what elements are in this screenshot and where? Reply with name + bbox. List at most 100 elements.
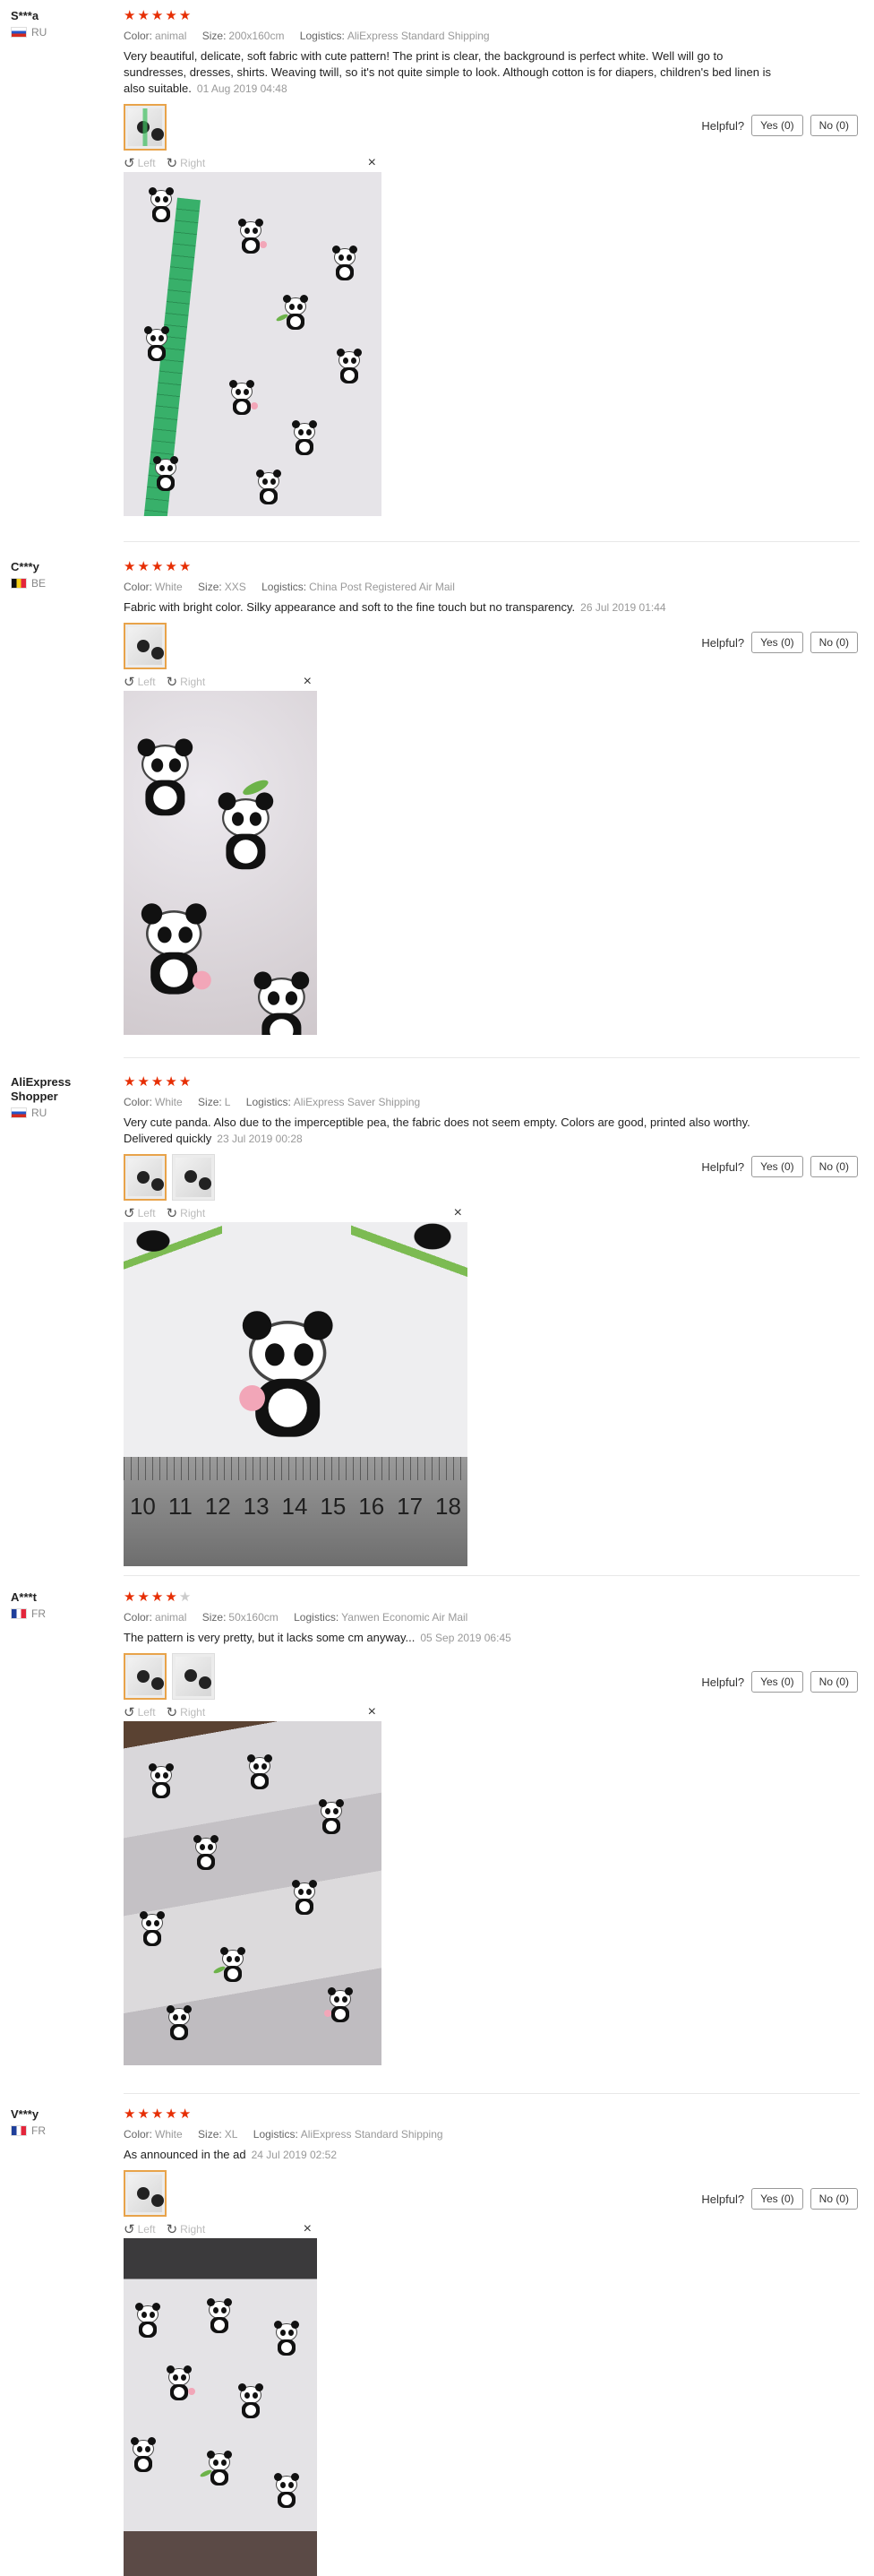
rotate-right-button[interactable]: ↻ Right [167,155,206,171]
review-body: Fabric with bright color. Silky appearan… [124,600,576,614]
rotate-right-icon: ↻ [166,675,178,690]
star-icon: ★ [150,1590,164,1605]
rotate-left-button[interactable]: ↺ Left [124,155,156,171]
rotate-right-label: Right [180,676,206,688]
close-icon[interactable]: × [304,2221,312,2237]
helpful-no-button[interactable]: No (0) [810,115,858,136]
rotate-right-icon: ↻ [166,156,178,171]
rotate-right-button[interactable]: ↻ Right [167,2221,206,2237]
reviewer-info: A***t FR [11,1590,109,1620]
ruler-number: 12 [204,1493,231,1520]
rotate-left-button[interactable]: ↺ Left [124,2221,156,2237]
star-icon: ★ [178,1074,192,1090]
photo-thumbnail[interactable] [124,2170,167,2217]
rotate-right-button[interactable]: ↻ Right [167,674,206,690]
close-icon[interactable]: × [368,155,376,171]
size-label: Size: [198,1096,222,1108]
star-icon: ★ [165,2106,177,2122]
review-body: As announced in the ad [124,2148,246,2161]
helpful-yes-button[interactable]: Yes (0) [751,1156,803,1177]
star-icon: ★ [150,559,164,574]
star-icon: ★ [124,1590,136,1605]
reviewer-info: C***y BE [11,560,109,590]
reviewer-info: V***y FR [11,2107,109,2137]
color-label: Color: [124,2128,153,2141]
photo-thumbnail[interactable] [172,1154,215,1201]
helpful-no-button[interactable]: No (0) [810,632,858,653]
rotate-left-button[interactable]: ↺ Left [124,1704,156,1720]
helpful-yes-button[interactable]: Yes (0) [751,2188,803,2210]
size-value: XL [224,2128,238,2141]
rotate-right-button[interactable]: ↻ Right [167,1704,206,1720]
helpful-yes-button[interactable]: Yes (0) [751,1671,803,1693]
star-icon: ★ [165,8,177,23]
photo-thumbnail[interactable] [124,1653,167,1700]
star-icon: ★ [137,1590,150,1605]
rotate-right-button[interactable]: ↻ Right [167,1205,206,1221]
reviewer-country: FR [11,1607,109,1620]
star-rating: ★ ★ ★ ★ ★ [124,560,786,574]
review-date: 23 Jul 2019 00:28 [217,1133,303,1145]
review-item: V***y FR ★ ★ ★ ★ ★ Color: White Size: XL Logis… [0,2098,874,2576]
helpful-label: Helpful? [701,1159,745,1174]
size-label: Size: [201,30,227,42]
rotate-left-icon: ↺ [124,2222,135,2237]
helpful-vote: Helpful? Yes (0) No (0) [701,1671,858,1693]
star-icon: ★ [124,8,136,23]
photo-thumbnail[interactable] [124,1154,167,1201]
helpful-yes-button[interactable]: Yes (0) [751,115,803,136]
rotate-right-label: Right [180,1706,206,1719]
helpful-no-button[interactable]: No (0) [810,1156,858,1177]
rotate-left-button[interactable]: ↺ Left [124,1205,156,1221]
photo-viewer-toolbar: ↺ Left ↻ Right × [124,1703,381,1721]
review-content: ★ ★ ★ ★ ★ Color: animal Size: 200x160cm Logist… [124,9,786,516]
close-icon[interactable]: × [454,1205,462,1221]
color-label: Color: [124,1096,153,1108]
helpful-no-button[interactable]: No (0) [810,1671,858,1693]
rotate-left-icon: ↺ [124,156,135,171]
rotate-left-button[interactable]: ↺ Left [124,674,156,690]
reviewer-name: C***y [11,560,39,573]
close-icon[interactable]: × [368,1704,376,1720]
review-content: ★ ★ ★ ★ ★ Color: animal Size: 50x160cm Logisti… [124,1590,786,2065]
photo-thumbnail[interactable] [124,104,167,151]
review-content: ★ ★ ★ ★ ★ Color: White Size: XL Logistics: AliE… [124,2107,786,2576]
helpful-vote: Helpful? Yes (0) No (0) [701,2188,858,2210]
review-text: As announced in the ad 24 Jul 2019 02:52 [124,2147,786,2163]
photo-thumbnails [124,1154,786,1201]
logistics-value: AliExpress Standard Shipping [300,2128,443,2141]
rotate-left-icon: ↺ [124,1705,135,1720]
photo-thumbnail[interactable] [124,623,167,669]
star-icon: ★ [150,1074,164,1090]
close-icon[interactable]: × [304,674,312,690]
helpful-yes-button[interactable]: Yes (0) [751,632,803,653]
rotate-right-icon: ↻ [166,1705,178,1720]
reviewer-country: RU [11,26,109,39]
reviewer-name: A***t [11,1590,37,1604]
star-icon: ★ [178,2106,192,2122]
photo-viewer: ↺ Left ↻ Right × [124,154,381,516]
reviewer-name: V***y [11,2107,39,2121]
ruler-number: 11 [167,1493,193,1520]
ruler-number: 14 [281,1493,308,1520]
helpful-no-button[interactable]: No (0) [810,2188,858,2210]
photo-thumbnails [124,623,786,669]
size-label: Size: [201,1611,227,1624]
logistics-label: Logistics: [261,581,307,593]
order-attributes: Color: animal Size: 50x160cm Logistics: Yan… [124,1610,786,1624]
reviewer-info: S***a RU [11,9,109,39]
country-code: RU [31,26,47,39]
helpful-vote: Helpful? Yes (0) No (0) [701,115,858,136]
review-photo [124,2238,317,2576]
size-value: L [224,1096,231,1108]
rotate-right-label: Right [180,1207,206,1219]
size-label: Size: [198,581,222,593]
star-icon: ★ [137,8,150,23]
logistics-value: China Post Registered Air Mail [309,581,455,593]
review-date: 01 Aug 2019 04:48 [196,82,287,95]
photo-viewer-toolbar: ↺ Left ↻ Right × [124,1204,467,1222]
logistics-label: Logistics: [245,1096,291,1108]
order-attributes: Color: White Size: L Logistics: AliExpress … [124,1095,786,1109]
logistics-label: Logistics: [294,1611,339,1624]
photo-thumbnail[interactable] [172,1653,215,1700]
